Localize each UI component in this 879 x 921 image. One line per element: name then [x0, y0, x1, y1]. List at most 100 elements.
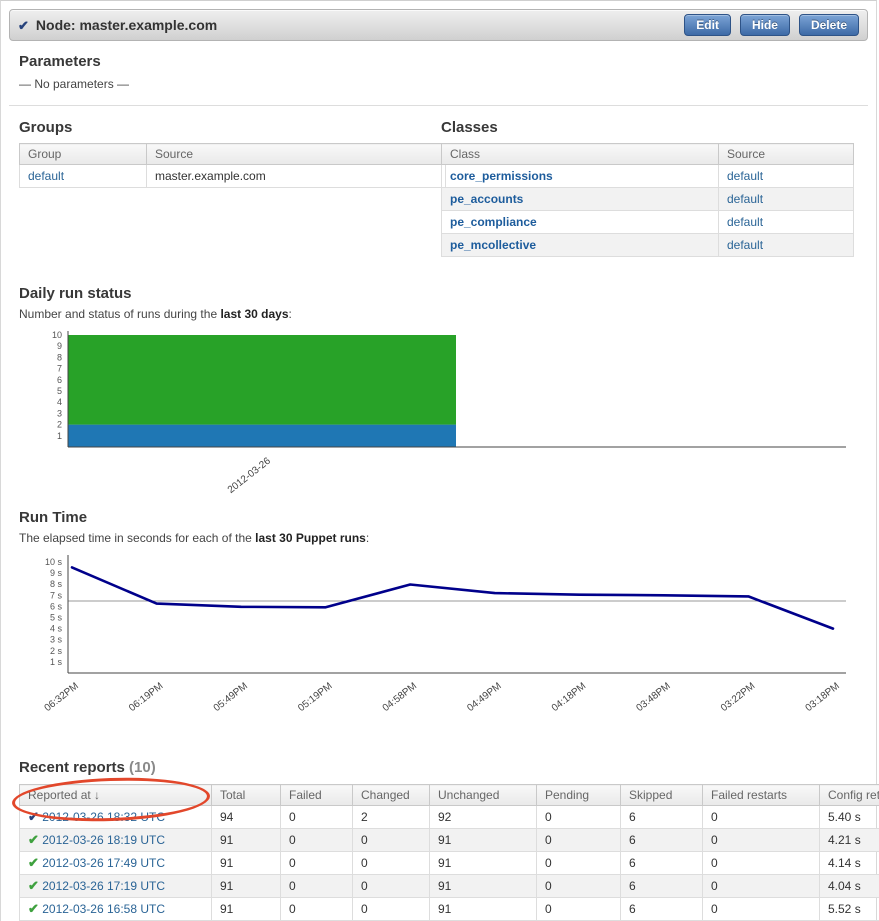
report-value-cell: 6	[621, 852, 703, 875]
run-time-chart: 1 s2 s3 s4 s5 s6 s7 s8 s9 s10 s06:32PM06…	[19, 555, 864, 715]
svg-text:3: 3	[57, 408, 62, 418]
report-value-cell: 0	[537, 806, 621, 829]
report-value-cell: 0	[703, 898, 820, 921]
column-header[interactable]: Changed	[353, 785, 430, 806]
delete-button[interactable]: Delete	[799, 14, 859, 36]
report-value-cell: 4.04 s	[820, 875, 879, 898]
svg-text:7: 7	[57, 364, 62, 374]
svg-text:5 s: 5 s	[50, 613, 63, 623]
report-status-icon: ✔	[28, 901, 39, 916]
report-row: ✔ 2012-03-26 16:58 UTC9100910605.52 s7.9…	[20, 898, 879, 921]
svg-text:8: 8	[57, 352, 62, 362]
daily-run-status-heading: Daily run status	[19, 285, 858, 302]
report-value-cell: 2	[353, 806, 430, 829]
report-row: ✔ 2012-03-26 17:49 UTC9100910604.14 s5.9…	[20, 852, 879, 875]
report-value-cell: 5.52 s	[820, 898, 879, 921]
report-value-cell: 91	[212, 852, 281, 875]
column-header[interactable]: Failed	[281, 785, 353, 806]
link[interactable]: default	[727, 215, 763, 229]
class-row: pe_accounts default	[442, 188, 854, 211]
svg-text:6 s: 6 s	[50, 601, 63, 611]
svg-text:8 s: 8 s	[50, 579, 63, 589]
report-timestamp-link[interactable]: 2012-03-26 18:32 UTC	[42, 810, 165, 824]
report-value-cell: 0	[281, 852, 353, 875]
line-x-label: 06:32PM	[43, 681, 81, 714]
report-value-cell: 0	[703, 829, 820, 852]
recent-reports-label: Recent reports	[19, 759, 125, 776]
class-link[interactable]: pe_accounts	[450, 192, 523, 206]
groups-section: Groups GroupSourcedefaultmaster.example.…	[19, 119, 411, 257]
report-timestamp-link[interactable]: 2012-03-26 18:19 UTC	[42, 833, 165, 847]
node-header: ✔ Node: master.example.com Edit Hide Del…	[9, 9, 868, 41]
svg-text:7 s: 7 s	[50, 590, 63, 600]
daily-run-status-subtitle: Number and status of runs during the las…	[19, 307, 858, 321]
report-value-cell: 91	[430, 829, 537, 852]
hide-button[interactable]: Hide	[740, 14, 790, 36]
report-timestamp-link[interactable]: 2012-03-26 17:19 UTC	[42, 879, 165, 893]
report-value-cell: 0	[281, 875, 353, 898]
report-value-cell: 6	[621, 806, 703, 829]
classes-section: Classes ClassSourcecore_permissionsdefau…	[441, 119, 819, 257]
report-row: ✔ 2012-03-26 18:32 UTC9402920605.40 s9.5…	[20, 806, 879, 829]
column-header: Class	[442, 144, 719, 165]
column-header[interactable]: Config retrieval	[820, 785, 879, 806]
report-value-cell: 0	[537, 898, 621, 921]
header-actions: Edit Hide Delete	[684, 14, 859, 36]
class-link[interactable]: core_permissions	[450, 169, 553, 183]
group-source-cell: master.example.com	[147, 165, 446, 188]
svg-text:2 s: 2 s	[50, 646, 63, 656]
report-value-cell: 6	[621, 898, 703, 921]
run-time-subtitle: The elapsed time in seconds for each of …	[19, 531, 858, 545]
column-header: Source	[719, 144, 854, 165]
edit-button[interactable]: Edit	[684, 14, 731, 36]
column-header: Group	[20, 144, 147, 165]
svg-text:3 s: 3 s	[50, 635, 63, 645]
node-status-check-icon: ✔	[18, 19, 29, 32]
link[interactable]: default	[28, 169, 64, 183]
link[interactable]: default	[727, 169, 763, 183]
report-value-cell: 91	[430, 852, 537, 875]
report-value-cell: 91	[212, 898, 281, 921]
report-status-icon: ✔	[28, 809, 39, 824]
report-value-cell: 0	[281, 829, 353, 852]
subtitle-bold-text: last 30 Puppet runs	[255, 531, 366, 545]
class-row: pe_compliance default	[442, 211, 854, 234]
svg-text:9: 9	[57, 341, 62, 351]
column-header[interactable]: Failed restarts	[703, 785, 820, 806]
reported-at-cell: ✔ 2012-03-26 18:32 UTC	[20, 806, 212, 829]
line-x-label: 05:49PM	[212, 681, 250, 714]
run-time-heading: Run Time	[19, 509, 858, 526]
page-title: Node: master.example.com	[36, 17, 217, 33]
svg-text:5: 5	[57, 386, 62, 396]
report-value-cell: 0	[703, 806, 820, 829]
group-name-cell: default	[20, 165, 147, 188]
line-x-label: 03:18PM	[804, 681, 842, 714]
section-divider	[9, 105, 868, 106]
report-timestamp-link[interactable]: 2012-03-26 16:58 UTC	[42, 902, 165, 916]
groups-table: GroupSourcedefaultmaster.example.com	[19, 143, 446, 188]
report-value-cell: 0	[281, 898, 353, 921]
column-header[interactable]: Pending	[537, 785, 621, 806]
column-header[interactable]: Reported at ↓	[20, 785, 212, 806]
no-parameters-text: — No parameters —	[19, 77, 858, 91]
report-value-cell: 92	[430, 806, 537, 829]
recent-reports-heading: Recent reports (10)	[19, 759, 858, 776]
classes-heading: Classes	[441, 119, 819, 136]
column-header[interactable]: Skipped	[621, 785, 703, 806]
class-link[interactable]: pe_mcollective	[450, 238, 536, 252]
class-name-cell: core_permissions	[442, 165, 719, 188]
line-x-label: 05:19PM	[296, 681, 334, 714]
line-x-label: 04:58PM	[381, 681, 419, 714]
link[interactable]: default	[727, 192, 763, 206]
report-value-cell: 91	[212, 829, 281, 852]
column-header[interactable]: Total	[212, 785, 281, 806]
column-header[interactable]: Unchanged	[430, 785, 537, 806]
svg-text:4: 4	[57, 397, 62, 407]
report-timestamp-link[interactable]: 2012-03-26 17:49 UTC	[42, 856, 165, 870]
svg-text:9 s: 9 s	[50, 568, 63, 578]
line-x-label: 04:18PM	[550, 681, 588, 714]
class-link[interactable]: pe_compliance	[450, 215, 537, 229]
daily-run-status-chart: 123456789102012-03-26	[19, 331, 864, 481]
node-detail-page: ✔ Node: master.example.com Edit Hide Del…	[0, 0, 877, 921]
link[interactable]: default	[727, 238, 763, 252]
